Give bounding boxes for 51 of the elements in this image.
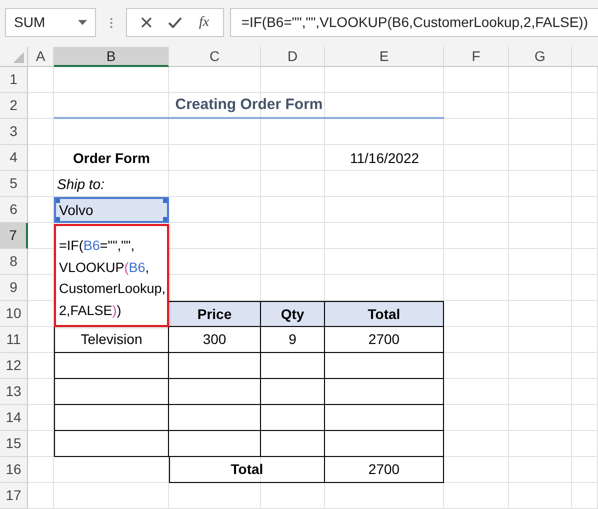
formula-field[interactable]: =IF(B6="","",VLOOKUP(B6,CustomerLookup,2,FALSE)): [230, 8, 598, 37]
row-header[interactable]: 6: [0, 197, 28, 223]
name-box[interactable]: SUM: [5, 8, 96, 37]
column-header[interactable]: E: [325, 47, 444, 67]
row-header[interactable]: 13: [0, 379, 28, 405]
table-header-cell: Total: [325, 301, 444, 327]
row-header[interactable]: 14: [0, 405, 28, 431]
column-header[interactable]: B: [54, 47, 169, 67]
date-cell-text: 11/16/2022: [348, 148, 420, 168]
formula-text: =IF(B6="","",VLOOKUP(B6,CustomerLookup,2,FALSE)): [241, 13, 588, 32]
table-cell: [261, 431, 325, 457]
close-icon[interactable]: [140, 17, 152, 28]
row-header[interactable]: 7: [0, 223, 28, 249]
name-box-value: SUM: [14, 13, 46, 32]
row-header[interactable]: 8: [0, 249, 28, 275]
row-header[interactable]: 11: [0, 327, 28, 353]
ship-to-cell: Volvo: [54, 197, 169, 223]
row-header[interactable]: 10: [0, 301, 28, 327]
row-header[interactable]: 2: [0, 93, 28, 119]
table-header-cell: Price: [169, 301, 261, 327]
total-value: 2700: [325, 457, 444, 483]
formula-editor[interactable]: =IF(B6="","", VLOOKUP(B6, CustomerLookup, 2,FALSE)): [54, 224, 169, 327]
table-header-cell: Qty: [261, 301, 325, 327]
grip-icon: [110, 17, 113, 29]
total-label: Total: [169, 457, 325, 483]
column-header[interactable]: C: [169, 47, 261, 67]
sheet-title: Creating Order Form: [54, 93, 444, 119]
column-header[interactable]: A: [28, 47, 54, 67]
row-header[interactable]: 5: [0, 171, 28, 197]
order-form-label: Order Form: [72, 148, 151, 168]
row-header[interactable]: 4: [0, 145, 28, 171]
insert-function-button[interactable]: fx: [198, 12, 210, 33]
column-header[interactable]: F: [444, 47, 509, 67]
check-icon[interactable]: [168, 17, 182, 28]
table-cell: [261, 405, 325, 431]
table-cell: 9: [261, 327, 325, 353]
table-cell: [261, 379, 325, 405]
row-header[interactable]: 15: [0, 431, 28, 457]
table-cell: [261, 353, 325, 379]
ship-to-label: Ship to:: [56, 174, 106, 194]
dropdown-icon[interactable]: [78, 20, 88, 25]
table-cell: 2700: [325, 327, 444, 353]
row-header[interactable]: 3: [0, 119, 28, 145]
column-header[interactable]: D: [261, 47, 325, 67]
table-cell: 300: [169, 327, 261, 353]
row-header[interactable]: 12: [0, 353, 28, 379]
column-header[interactable]: G: [509, 47, 572, 67]
row-header[interactable]: 16: [0, 457, 28, 483]
row-header[interactable]: 1: [0, 67, 28, 93]
row-header[interactable]: 17: [0, 483, 28, 509]
row-header[interactable]: 9: [0, 275, 28, 301]
